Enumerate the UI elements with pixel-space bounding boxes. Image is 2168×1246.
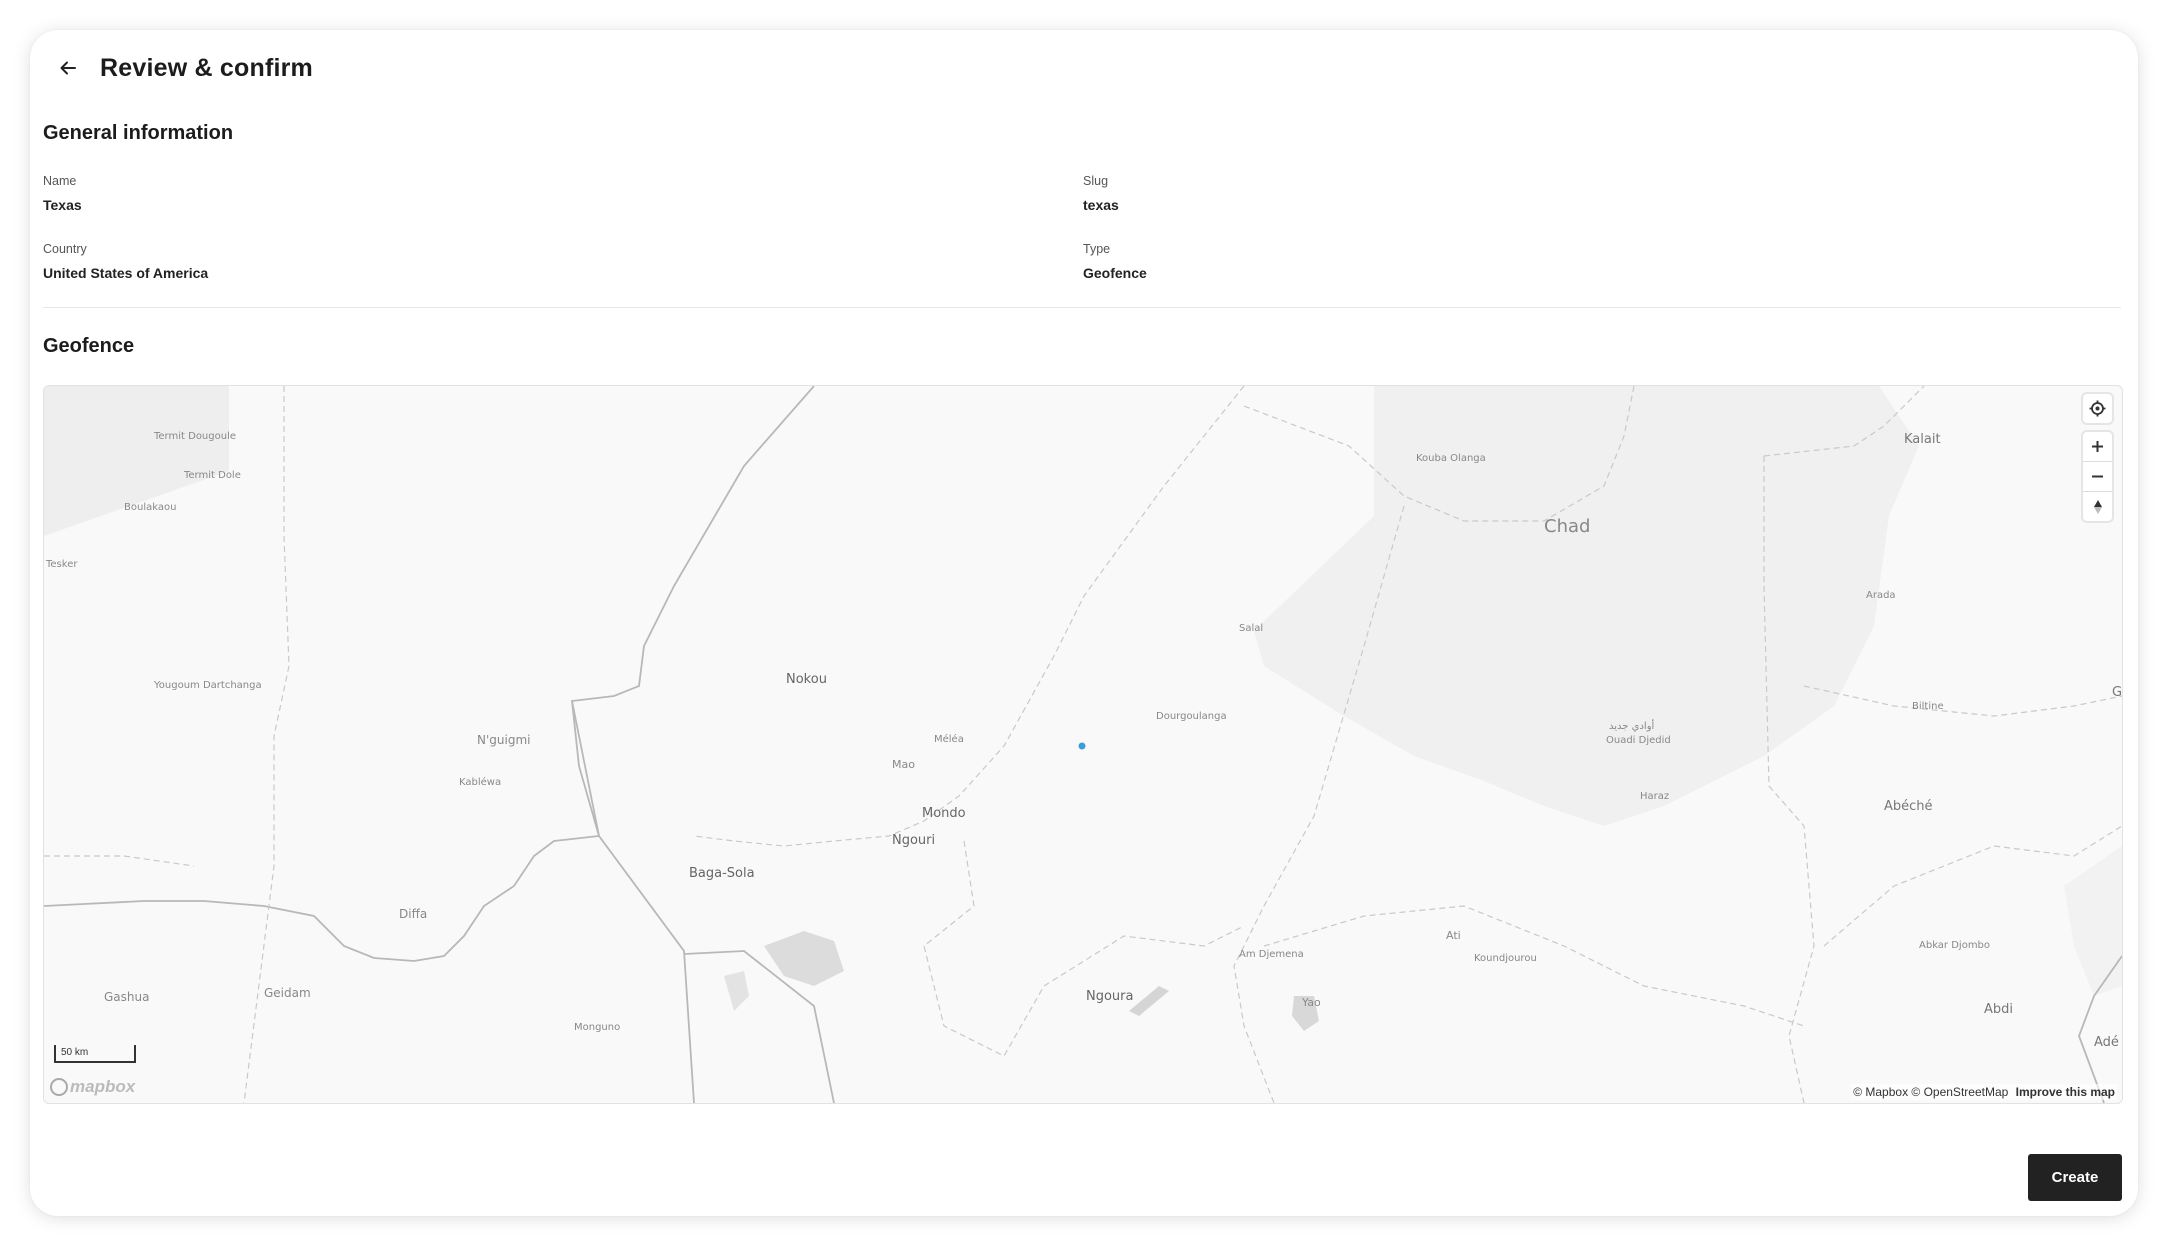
slug-value: texas: [1083, 197, 1119, 213]
slug-field: Slug texas: [1083, 174, 1119, 213]
map-label-salal: Salal: [1239, 623, 1263, 634]
improve-map-link[interactable]: Improve this map: [2016, 1085, 2115, 1099]
page-header: Review & confirm: [48, 40, 313, 96]
map-label-ati: Ati: [1446, 929, 1461, 942]
map-label-haraz: Haraz: [1640, 791, 1669, 802]
geofence-heading: Geofence: [43, 335, 135, 357]
mapbox-logo-icon: [50, 1078, 68, 1096]
map-label-baga-sola: Baga-Sola: [689, 866, 755, 881]
map-label-melea: Méléa: [934, 733, 964, 745]
map-label-mao: Mao: [892, 758, 915, 771]
map-label-kalait: Kalait: [1904, 432, 1941, 447]
type-field: Type Geofence: [1083, 242, 1147, 281]
type-label: Type: [1083, 242, 1111, 256]
map-label-abdi: Abdi: [1984, 1002, 2013, 1017]
name-value: Texas: [43, 197, 82, 213]
map-canvas[interactable]: Chad Kalait Kouba Olanga Termit Dougoule…: [44, 386, 2122, 1103]
map-label-abeche: Abéché: [1884, 799, 1933, 814]
map-label-kouba-olanga: Kouba Olanga: [1416, 453, 1486, 464]
country-field: Country United States of America: [43, 242, 208, 281]
map-label-ouadi-djedid: Ouadi Djedid: [1606, 735, 1671, 746]
geolocate-control: [2083, 394, 2112, 423]
map-label-nokou: Nokou: [786, 672, 827, 687]
map-label-chad: Chad: [1544, 516, 1590, 537]
map-label-am-djemena: Am Djemena: [1239, 949, 1304, 960]
map-label-diffa: Diffa: [399, 907, 427, 921]
page-title: Review & confirm: [100, 53, 313, 82]
location-point: [1078, 742, 1086, 750]
map-label-koundjourou: Koundjourou: [1474, 953, 1537, 964]
name-field: Name Texas: [43, 174, 82, 213]
map-label-termit-dole: Termit Dole: [183, 470, 241, 481]
map-label-g: G: [2112, 685, 2122, 700]
geofence-map[interactable]: Chad Kalait Kouba Olanga Termit Dougoule…: [43, 385, 2123, 1104]
map-label-biltine: Biltine: [1912, 701, 1944, 712]
map-attribution: © Mapbox © OpenStreetMap Improve this ma…: [1851, 1084, 2117, 1100]
map-label-yougoum: Yougoum Dartchanga: [153, 680, 262, 691]
name-label: Name: [43, 174, 77, 188]
create-button[interactable]: Create: [2028, 1154, 2122, 1201]
map-label-dourgoulanga: Dourgoulanga: [1156, 711, 1227, 722]
plus-icon: [2092, 441, 2103, 452]
arrow-left-icon: [60, 61, 76, 75]
navigation-control: [2083, 432, 2112, 521]
type-value: Geofence: [1083, 265, 1147, 281]
map-scale-bar: 50 km: [54, 1045, 136, 1063]
country-value: United States of America: [43, 265, 209, 281]
mapbox-logo[interactable]: mapbox: [50, 1077, 135, 1097]
back-button[interactable]: [48, 48, 88, 88]
map-label-ngouri: Ngouri: [892, 833, 935, 848]
map-label-abkar-djombo: Abkar Djombo: [1919, 940, 1990, 951]
map-label-ouadi-arabic: أوادي جديد: [1609, 719, 1655, 732]
map-label-gashua: Gashua: [104, 990, 149, 1004]
map-label-nguigmi: N'guigmi: [477, 733, 530, 747]
zoom-out-button[interactable]: [2083, 461, 2112, 491]
map-label-mondo: Mondo: [922, 806, 966, 821]
map-label-yao: Yao: [1301, 996, 1321, 1009]
general-info-heading: General information: [43, 122, 234, 144]
map-label-ade: Adé: [2094, 1035, 2119, 1050]
map-label-geidam: Geidam: [264, 986, 311, 1000]
minus-icon: [2092, 475, 2103, 478]
map-label-monguno: Monguno: [574, 1022, 620, 1033]
map-label-arada: Arada: [1866, 590, 1896, 601]
compass-button[interactable]: [2083, 491, 2112, 521]
section-divider: [43, 307, 2121, 308]
slug-label: Slug: [1083, 174, 1109, 188]
map-label-kablewa: Kabléwa: [459, 776, 501, 788]
zoom-in-button[interactable]: [2083, 432, 2112, 461]
map-label-termit-dougoule: Termit Dougoule: [153, 431, 236, 442]
country-label: Country: [43, 242, 87, 256]
map-label-boulakaou: Boulakaou: [124, 502, 176, 513]
crosshair-icon: [2089, 400, 2106, 417]
map-label-tesker: Tesker: [45, 559, 78, 570]
compass-icon: [2093, 499, 2102, 514]
map-label-ngoura: Ngoura: [1086, 989, 1133, 1004]
attribution-text[interactable]: © Mapbox © OpenStreetMap: [1853, 1085, 2008, 1099]
mapbox-logo-text: mapbox: [70, 1077, 136, 1096]
review-card: Review & confirm General information Nam…: [30, 30, 2138, 1216]
geolocate-button[interactable]: [2083, 394, 2112, 423]
